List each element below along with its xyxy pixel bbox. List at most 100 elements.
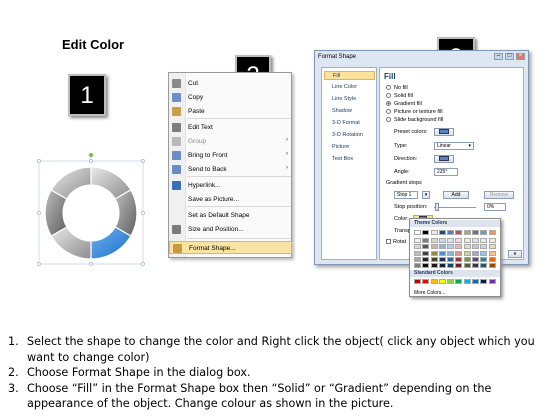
color-swatch[interactable] bbox=[480, 263, 488, 269]
maximize-icon[interactable]: □ bbox=[505, 53, 514, 60]
color-swatch[interactable] bbox=[463, 230, 471, 235]
color-swatch[interactable] bbox=[414, 263, 421, 269]
color-swatch[interactable] bbox=[438, 263, 446, 269]
standard-color-swatch[interactable] bbox=[480, 279, 488, 284]
nav-item-picture[interactable]: Picture bbox=[324, 143, 375, 152]
radio-button-icon[interactable] bbox=[386, 85, 391, 90]
angle-input[interactable]: 225° bbox=[434, 168, 458, 176]
color-swatch[interactable] bbox=[480, 256, 488, 262]
color-swatch[interactable] bbox=[472, 263, 480, 269]
menu-item-group[interactable]: Group › bbox=[169, 135, 292, 148]
standard-color-swatch[interactable] bbox=[430, 279, 438, 284]
color-swatch[interactable] bbox=[430, 263, 438, 269]
menu-item-save-as-picture[interactable]: Save as Picture... bbox=[169, 193, 292, 206]
nav-item-3-d-rotation[interactable]: 3-D Rotation bbox=[324, 131, 375, 140]
color-swatch[interactable] bbox=[447, 256, 455, 262]
menu-item-bring-to-front[interactable]: Bring to Front › bbox=[169, 149, 292, 162]
color-swatch[interactable] bbox=[455, 244, 463, 250]
color-swatch[interactable] bbox=[414, 250, 421, 256]
color-swatch[interactable] bbox=[414, 230, 421, 235]
menu-item-cut[interactable]: Cut bbox=[169, 77, 292, 90]
close-button[interactable]: e bbox=[508, 250, 522, 258]
color-swatch[interactable] bbox=[438, 244, 446, 250]
nav-item-fill[interactable]: Fill bbox=[324, 71, 375, 80]
menu-item-hyperlink[interactable]: Hyperlink... bbox=[169, 179, 292, 192]
stop-dropdown-button[interactable]: ▾ bbox=[422, 191, 430, 199]
color-swatch[interactable] bbox=[488, 263, 496, 269]
color-swatch[interactable] bbox=[430, 244, 438, 250]
standard-color-swatch[interactable] bbox=[447, 279, 455, 284]
standard-color-swatch[interactable] bbox=[422, 279, 430, 284]
remove-stop-button[interactable]: Remove bbox=[484, 191, 514, 199]
radio-picture-or-texture-fill[interactable]: Picture or texture fill bbox=[386, 109, 443, 115]
standard-color-swatch[interactable] bbox=[438, 279, 446, 284]
color-swatch[interactable] bbox=[463, 238, 471, 243]
radio-solid-fill[interactable]: Solid fill bbox=[386, 93, 413, 99]
more-colors-link[interactable]: More Colors... bbox=[414, 290, 445, 296]
color-swatch[interactable] bbox=[430, 256, 438, 262]
color-swatch[interactable] bbox=[430, 238, 438, 243]
preset-colors-button[interactable] bbox=[434, 128, 454, 136]
add-stop-button[interactable]: Add bbox=[443, 191, 469, 199]
color-swatch[interactable] bbox=[480, 230, 488, 235]
color-swatch[interactable] bbox=[455, 263, 463, 269]
nav-item-3-d-format[interactable]: 3-D Format bbox=[324, 119, 375, 128]
color-swatch[interactable] bbox=[463, 250, 471, 256]
stop-position-slider[interactable] bbox=[434, 207, 476, 208]
radio-button-icon[interactable] bbox=[386, 109, 391, 114]
radio-button-icon[interactable] bbox=[386, 117, 391, 122]
menu-item-size-and-position[interactable]: Size and Position... bbox=[169, 223, 292, 236]
color-swatch[interactable] bbox=[422, 263, 430, 269]
color-swatch[interactable] bbox=[472, 250, 480, 256]
menu-item-copy[interactable]: Copy bbox=[169, 91, 292, 104]
color-swatch[interactable] bbox=[463, 256, 471, 262]
menu-item-edit-text[interactable]: Edit Text bbox=[169, 121, 292, 134]
color-swatch[interactable] bbox=[472, 256, 480, 262]
color-swatch[interactable] bbox=[447, 244, 455, 250]
standard-color-swatch[interactable] bbox=[472, 279, 480, 284]
standard-color-swatch[interactable] bbox=[488, 279, 496, 284]
close-icon[interactable]: × bbox=[516, 53, 525, 60]
color-swatch[interactable] bbox=[414, 238, 421, 243]
color-swatch[interactable] bbox=[488, 250, 496, 256]
selected-cycle-shape[interactable] bbox=[36, 153, 146, 267]
type-select[interactable]: Linear ▾ bbox=[434, 142, 474, 150]
color-swatch[interactable] bbox=[438, 256, 446, 262]
color-swatch[interactable] bbox=[488, 230, 496, 235]
color-swatch[interactable] bbox=[430, 250, 438, 256]
menu-item-format-shape[interactable]: Format Shape... bbox=[169, 241, 292, 254]
color-swatch[interactable] bbox=[447, 230, 455, 235]
color-swatch[interactable] bbox=[447, 238, 455, 243]
color-swatch[interactable] bbox=[422, 244, 430, 250]
standard-color-swatch[interactable] bbox=[414, 279, 421, 284]
color-swatch[interactable] bbox=[455, 238, 463, 243]
color-swatch[interactable] bbox=[455, 230, 463, 235]
color-swatch[interactable] bbox=[480, 250, 488, 256]
color-swatch[interactable] bbox=[422, 256, 430, 262]
minimize-icon[interactable]: – bbox=[494, 53, 503, 60]
color-swatch[interactable] bbox=[447, 263, 455, 269]
color-swatch[interactable] bbox=[438, 238, 446, 243]
color-swatch[interactable] bbox=[463, 263, 471, 269]
color-swatch[interactable] bbox=[414, 244, 421, 250]
nav-item-line-style[interactable]: Line Style bbox=[324, 95, 375, 104]
color-swatch[interactable] bbox=[480, 238, 488, 243]
color-swatch[interactable] bbox=[472, 238, 480, 243]
stop-position-input[interactable]: 0% bbox=[484, 203, 506, 211]
color-swatch[interactable] bbox=[488, 256, 496, 262]
nav-item-text-box[interactable]: Text Box bbox=[324, 155, 375, 164]
color-swatch[interactable] bbox=[438, 250, 446, 256]
slider-thumb[interactable] bbox=[435, 203, 439, 211]
color-swatch[interactable] bbox=[455, 256, 463, 262]
color-swatch[interactable] bbox=[488, 238, 496, 243]
radio-slide-background-fill[interactable]: Slide background fill bbox=[386, 117, 443, 123]
radio-no-fill[interactable]: No fill bbox=[386, 85, 408, 91]
direction-button[interactable] bbox=[434, 155, 454, 163]
color-swatch[interactable] bbox=[438, 230, 446, 235]
color-swatch[interactable] bbox=[488, 244, 496, 250]
menu-item-paste[interactable]: Paste bbox=[169, 105, 292, 118]
color-swatch[interactable] bbox=[414, 256, 421, 262]
color-swatch[interactable] bbox=[480, 244, 488, 250]
color-swatch[interactable] bbox=[472, 230, 480, 235]
radio-gradient-fill[interactable]: Gradient fill bbox=[386, 101, 422, 107]
